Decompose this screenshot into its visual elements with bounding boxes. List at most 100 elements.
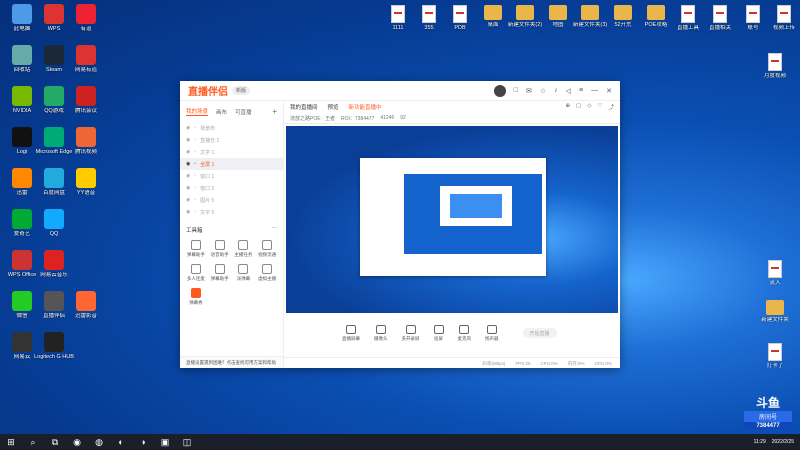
tab-canvas[interactable]: 画布 — [216, 108, 227, 116]
desktop-icon[interactable]: 月度视频 — [755, 53, 795, 79]
tab-streamable[interactable]: 可直播 — [235, 108, 252, 116]
file-icon — [453, 5, 467, 23]
lock-icon[interactable]: ▫ — [194, 209, 196, 215]
lock-icon[interactable]: ▫ — [194, 149, 196, 155]
new-feature-badge[interactable]: 新功能直播中 — [349, 103, 382, 111]
stream-preview[interactable] — [286, 126, 618, 313]
start-stream-button[interactable]: 开始直播 — [522, 328, 557, 338]
desktop-icon[interactable]: 打卡了 — [755, 343, 795, 369]
version-badge[interactable]: 新版 — [232, 86, 251, 95]
add-icon[interactable]: ⊕ — [566, 103, 571, 111]
file-icon — [713, 5, 727, 23]
tool-item[interactable]: 多人连麦 — [184, 264, 208, 282]
control-cast[interactable]: 投屏 — [433, 324, 444, 342]
app-icon[interactable]: ▣ — [160, 437, 170, 447]
desktop-icon[interactable]: Logitech G HUB — [34, 332, 74, 360]
screen-icon[interactable]: ▢ — [576, 103, 581, 111]
desktop-icon[interactable]: 视频上传 — [764, 5, 800, 31]
tool-item[interactable]: 语音助手 — [208, 240, 232, 258]
clock-date[interactable]: 2022/2/25 — [772, 439, 794, 445]
back-icon[interactable]: ◁ — [566, 87, 571, 95]
tab-preview[interactable]: 预览 — [328, 103, 339, 111]
lock-icon[interactable]: ▫ — [194, 197, 196, 203]
eye-icon[interactable]: ◉ — [186, 173, 190, 179]
scene-item[interactable]: ◉ ▫ 窗口 2 — [180, 182, 283, 194]
tool-item[interactable]: 派弹幕 — [232, 264, 256, 282]
desktop-icon[interactable]: QQ — [34, 209, 74, 237]
desktop-icon[interactable]: 新建文件夹 — [755, 300, 795, 323]
search-icon[interactable]: ⌕ — [28, 437, 38, 447]
scene-item[interactable]: ◉ ▫ 直播仓 1 — [180, 134, 283, 146]
control-camera[interactable]: 摄像头 — [374, 324, 388, 342]
control-screen[interactable]: 直播屏幕 — [342, 324, 360, 342]
share-icon[interactable]: ⤴ — [608, 103, 614, 111]
close-icon[interactable]: ✕ — [606, 87, 612, 95]
desktop-icon[interactable]: 网易云音乐 — [34, 250, 74, 278]
tool-item[interactable]: 弹幕秀 — [184, 288, 208, 306]
desktop-icon-label: 百度网盘 — [42, 190, 65, 196]
scene-item[interactable]: ◉ ▫ 图片 5 — [180, 194, 283, 206]
tool-item[interactable]: 弹幕助手 — [184, 240, 208, 258]
minimize-icon[interactable]: — — [591, 87, 598, 94]
desktop-icon[interactable]: 腾讯视频 — [66, 127, 106, 155]
lock-icon[interactable]: ▫ — [194, 125, 196, 131]
window-icon[interactable]: □ — [514, 87, 518, 94]
tool-item[interactable]: 弹幕助手 — [208, 264, 232, 282]
desktop-icon[interactable]: 迅雷影音 — [66, 291, 106, 319]
menu-icon[interactable]: ≡ — [579, 87, 583, 94]
tool-item[interactable]: 虚拟主播 — [255, 264, 279, 282]
desktop-icon[interactable]: 网易有道 — [66, 45, 106, 73]
help-notice[interactable]: 直播设置遇到困难？点击查找可用方案和帮助 — [180, 356, 283, 368]
clock-time[interactable]: 11:29 — [754, 439, 766, 445]
eye-icon[interactable]: ◉ — [186, 137, 190, 143]
add-scene-button[interactable]: + — [272, 107, 277, 116]
preview-tabs: 我的直播间 预览 新功能直播中 ⊕ ▢ ◇ ♡ ⤴ — [284, 101, 620, 113]
more-icon[interactable]: ⋯ — [272, 226, 278, 234]
lock-icon[interactable]: ▫ — [194, 161, 196, 167]
microphone-icon — [459, 324, 470, 334]
eye-icon[interactable]: ◉ — [186, 161, 190, 167]
task-view-icon[interactable]: ⧉ — [50, 437, 60, 447]
title-bar: 直播伴侣 新版 □ ✉ ☆ ♪ ◁ ≡ — ✕ — [180, 81, 620, 101]
avatar[interactable] — [493, 84, 506, 97]
scene-item[interactable]: ◉ ▫ 文字 5 — [180, 206, 283, 218]
star-icon[interactable]: ☆ — [540, 87, 546, 95]
scene-item[interactable]: ◉ ▫ 窗口 1 — [180, 170, 283, 182]
control-mic[interactable]: 麦克风 — [458, 324, 471, 342]
live-assistant-icon[interactable]: ◫ — [182, 437, 192, 447]
heart-icon[interactable]: ♡ — [598, 103, 603, 111]
lock-icon[interactable]: ▫ — [194, 173, 196, 179]
scene-item[interactable]: ◉ ▫ 全屏 1 — [180, 158, 283, 170]
tool-item[interactable]: 主播任务 — [232, 240, 256, 258]
lock-icon[interactable]: ▫ — [194, 137, 196, 143]
desktop-icon[interactable]: 有道 — [66, 4, 106, 32]
message-icon[interactable]: ✉ — [526, 87, 532, 95]
chrome-icon[interactable]: ◍ — [94, 437, 104, 447]
desktop-icon[interactable]: 流入 — [755, 260, 795, 286]
control-speaker[interactable]: 扬声器 — [485, 324, 499, 342]
control-record[interactable]: 多开录屏 — [402, 324, 420, 342]
tab-my-scenes[interactable]: 我的场景 — [186, 107, 209, 116]
music-icon[interactable]: ♪ — [554, 87, 558, 94]
desktop-icon[interactable]: YY语音 — [66, 168, 106, 196]
eye-icon[interactable]: ◉ — [186, 125, 190, 131]
tab-my-room[interactable]: 我的直播间 — [290, 103, 318, 111]
eye-icon[interactable]: ◉ — [186, 209, 190, 215]
game-icon[interactable]: ◉ — [72, 437, 82, 447]
tool-label: 语音助手 — [210, 252, 229, 257]
stream-title[interactable]: 流放之路POE · 王者 — [290, 115, 335, 122]
lock-icon[interactable]: ▫ — [194, 185, 196, 191]
gift-icon[interactable]: ◇ — [587, 103, 591, 111]
tool-item[interactable]: 视频流通 — [255, 240, 279, 258]
eye-icon[interactable]: ◉ — [186, 185, 190, 191]
eye-icon[interactable]: ◉ — [186, 149, 190, 155]
scene-item[interactable]: ◉ ▫ 文字 1 — [180, 146, 283, 158]
scene-item[interactable]: ◉ ▫ 场景布 — [180, 122, 283, 134]
desktop-icon[interactable]: 腾讯会议 — [66, 86, 106, 114]
edge-icon[interactable]: ◑ — [138, 437, 148, 447]
start-icon[interactable]: ⊞ — [6, 437, 16, 447]
media-icon[interactable]: ◐ — [116, 437, 126, 447]
eye-icon[interactable]: ◉ — [186, 197, 190, 203]
room-info: 流放之路POE · 王者 ROI：7384477 41246 92 — [284, 113, 620, 124]
toolbox-header: 工具箱 ⋯ — [180, 222, 283, 238]
